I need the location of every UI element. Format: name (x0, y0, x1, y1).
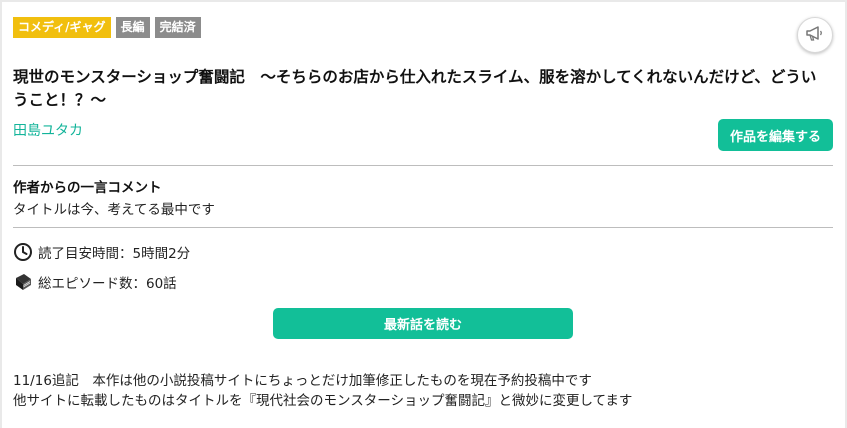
work-title: 現世のモンスターショップ奮闘記 ～そちらのお店から仕入れたスライム、服を溶かして… (13, 68, 817, 109)
reading-time-text: 読了目安時間：5時間2分 (38, 246, 191, 262)
episode-count-text: 総エピソード数：60話 (38, 276, 177, 292)
edit-work-button[interactable]: 作品を編集する (718, 119, 833, 151)
genre-tag[interactable]: コメディ/ギャグ (13, 17, 111, 38)
author-link[interactable]: 田島ユタカ (13, 120, 83, 140)
description-line: 11/16追記 本作は他の小説投稿サイトにちょっとだけ加筆修正したものを現在予約… (13, 373, 592, 389)
share-button[interactable] (797, 17, 833, 53)
work-description: 11/16追記 本作は他の小説投稿サイトにちょっとだけ加筆修正したものを現在予約… (13, 371, 833, 411)
divider (13, 227, 833, 228)
divider (13, 165, 833, 166)
description-line: 他サイトに転載したものはタイトルを『現代社会のモンスターショップ奮闘記』と微妙に… (13, 393, 633, 409)
length-tag: 長編 (115, 17, 150, 38)
status-tag: 完結済 (154, 17, 201, 38)
book-icon (13, 272, 33, 292)
episode-count-row: 総エピソード数：60話 (13, 272, 177, 292)
clock-icon (13, 242, 33, 262)
work-info-card: コメディ/ギャグ 長編 完結済 現世のモンスターショップ奮闘記 ～そちらのお店か… (2, 2, 845, 428)
comment-text: タイトルは今、考えてる最中です (13, 202, 215, 218)
tag-list: コメディ/ギャグ 長編 完結済 (13, 17, 201, 38)
read-latest-button[interactable]: 最新話を読む (273, 308, 573, 339)
megaphone-icon (805, 24, 825, 46)
reading-time-row: 読了目安時間：5時間2分 (13, 242, 190, 262)
comment-heading: 作者からの一言コメント (13, 180, 162, 196)
